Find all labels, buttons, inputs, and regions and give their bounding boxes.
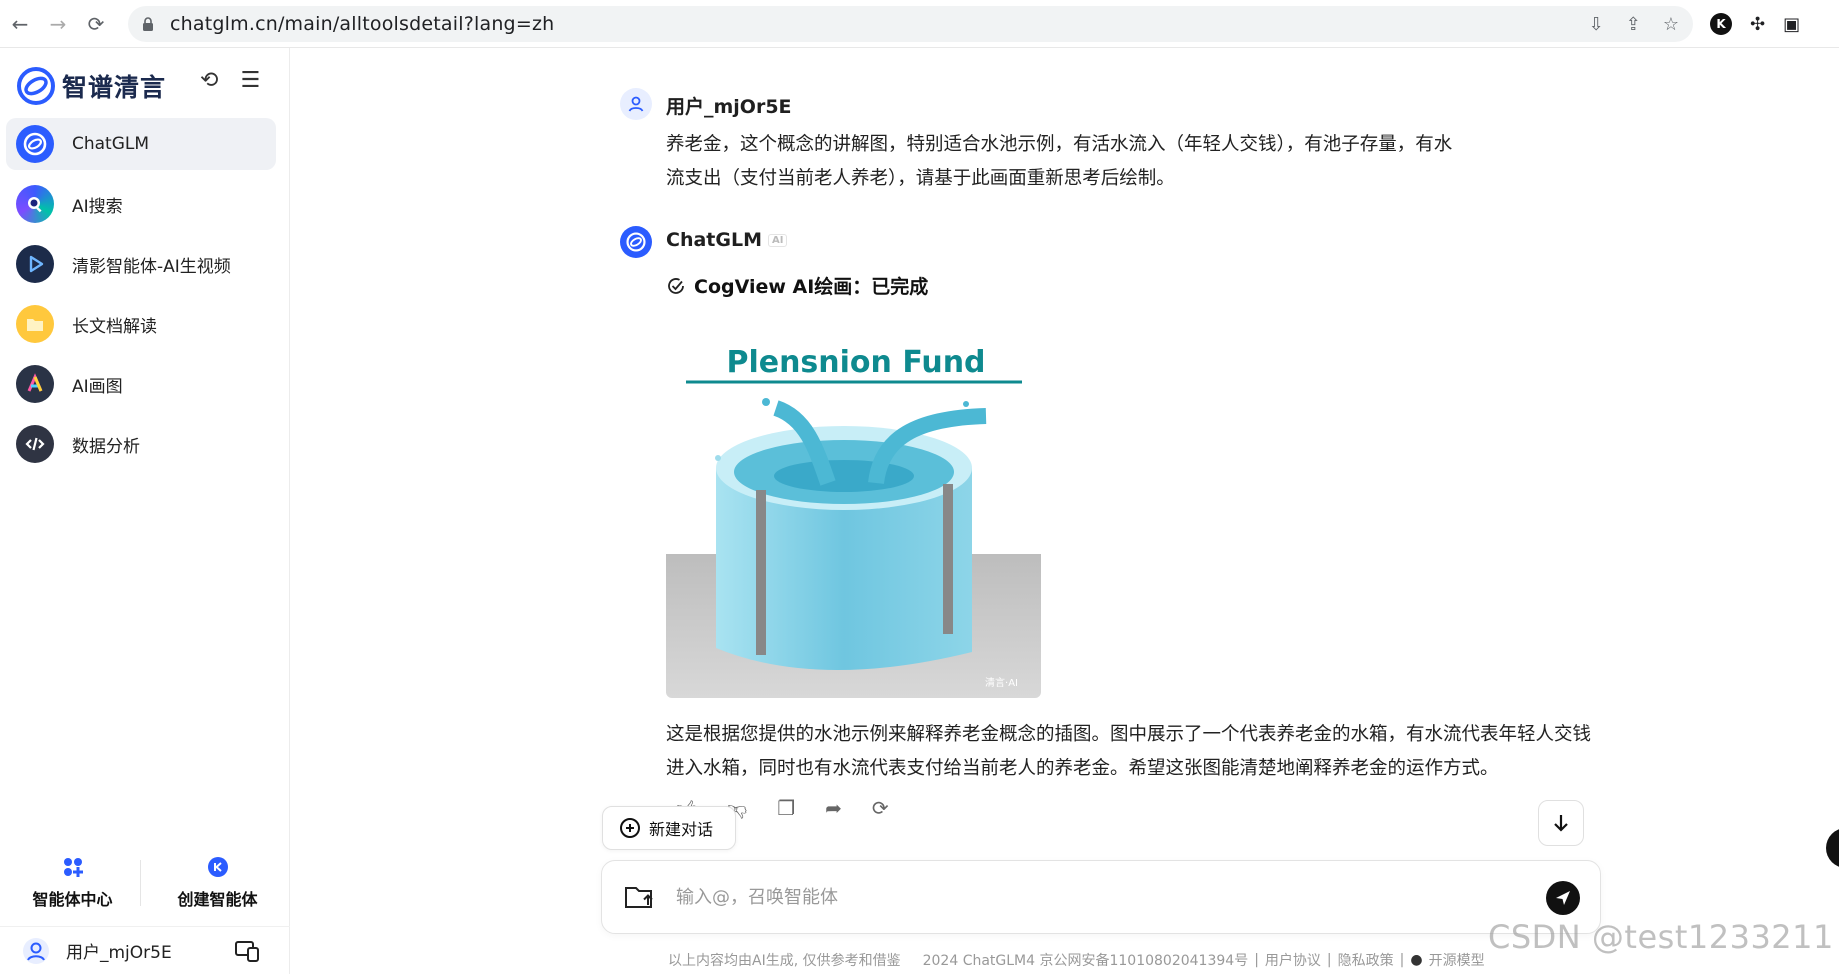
history-icon[interactable]: ⟲ bbox=[200, 68, 218, 93]
sidebar-item-data-analysis[interactable]: 数据分析 bbox=[6, 418, 276, 470]
assistant-avatar bbox=[620, 226, 652, 258]
sidebar-item-label: ChatGLM bbox=[72, 134, 150, 154]
agent-center-label: 智能体中心 bbox=[32, 890, 113, 909]
add-chat-icon bbox=[620, 818, 640, 838]
arrow-down-icon bbox=[1554, 815, 1568, 832]
footer-privacy[interactable]: 隐私政策 bbox=[1338, 950, 1394, 970]
assistant-message-text: 这是根据您提供的水池示例来解释养老金概念的插图。图中展示了一个代表养老金的水箱，… bbox=[666, 724, 1592, 779]
sidebar-item-label: 长文档解读 bbox=[72, 316, 157, 337]
composer bbox=[601, 860, 1601, 934]
extensions-puzzle-icon[interactable]: ✣ bbox=[1750, 14, 1765, 35]
sidebar: 智谱清言 ⟲ ☰ ChatGLM AI搜索 清影智能体-AI生视频 长文档解读 … bbox=[0, 48, 290, 974]
lock-icon bbox=[143, 17, 153, 31]
sidebar-item-ai-search[interactable]: AI搜索 bbox=[6, 178, 276, 230]
regenerate-icon[interactable]: ⟳ bbox=[872, 796, 889, 821]
sidebar-item-video-agent[interactable]: 清影智能体-AI生视频 bbox=[6, 238, 276, 290]
github-icon: ● bbox=[1410, 952, 1423, 968]
sidebar-item-label: AI画图 bbox=[72, 376, 123, 397]
sidebar-item-chatglm[interactable]: ChatGLM bbox=[6, 118, 276, 170]
user-avatar bbox=[620, 88, 652, 120]
device-switch-icon[interactable] bbox=[234, 939, 260, 963]
tool-status-text: CogView AI绘画：已完成 bbox=[694, 276, 929, 298]
share-icon[interactable]: ⇪ bbox=[1626, 14, 1641, 35]
floating-widget[interactable] bbox=[1826, 828, 1839, 868]
image-title: Plensnion Fund bbox=[726, 345, 985, 380]
install-app-icon[interactable]: ⇩ bbox=[1589, 14, 1604, 35]
sidebar-item-label: 数据分析 bbox=[72, 436, 140, 457]
footer-user-agreement[interactable]: 用户协议 bbox=[1265, 950, 1321, 970]
assistant-name: ChatGLM bbox=[666, 229, 762, 251]
collapse-sidebar-icon[interactable]: ☰ bbox=[240, 68, 260, 93]
side-panel-icon[interactable]: ▣ bbox=[1783, 14, 1800, 35]
footer-separator: | bbox=[1254, 952, 1259, 968]
sidebar-user[interactable]: 用户_mjOr5E bbox=[0, 926, 290, 974]
footer-open-source[interactable]: 开源模型 bbox=[1429, 950, 1485, 970]
user-message-author: 用户_mjOr5E bbox=[666, 96, 792, 118]
csdn-watermark: CSDN @test1233211 bbox=[1488, 918, 1834, 956]
user-message-text: 养老金，这个概念的讲解图，特别适合水池示例，有活水流入（年轻人交钱），有池子存量… bbox=[666, 134, 1453, 189]
send-button[interactable] bbox=[1546, 881, 1580, 915]
share-icon[interactable]: ➦ bbox=[825, 796, 842, 821]
footer: 以上内容均由AI生成, 仅供参考和借鉴 2024 ChatGLM4 京公网安备1… bbox=[668, 950, 1485, 970]
sidebar-user-name: 用户_mjOr5E bbox=[66, 943, 172, 963]
footer-disclaimer: 以上内容均由AI生成, 仅供参考和借鉴 bbox=[668, 953, 901, 969]
generated-image[interactable]: Plensnion Fund 清言·AI bbox=[666, 318, 1041, 698]
send-icon bbox=[1556, 891, 1570, 905]
sidebar-item-ai-draw[interactable]: AI画图 bbox=[6, 358, 276, 410]
ai-generated-badge: AI bbox=[767, 234, 788, 247]
check-circle-icon bbox=[668, 277, 684, 294]
assistant-message-author: ChatGLM AI bbox=[666, 229, 788, 251]
address-bar[interactable]: chatglm.cn/main/alltoolsdetail?lang=zh ⇩… bbox=[128, 6, 1693, 42]
brand[interactable]: 智谱清言 bbox=[16, 66, 166, 106]
user-avatar-icon bbox=[23, 937, 49, 964]
back-icon[interactable]: ← bbox=[2, 6, 38, 42]
new-chat-button[interactable]: 新建对话 bbox=[602, 806, 736, 850]
ai-draw-icon bbox=[16, 365, 54, 403]
footer-icp[interactable]: 2024 ChatGLM4 京公网安备11010802041394号 bbox=[923, 950, 1249, 970]
footer-separator: | bbox=[1326, 952, 1332, 968]
reload-icon[interactable]: ⟳ bbox=[78, 6, 114, 42]
create-agent-button[interactable]: 创建智能体 bbox=[145, 848, 290, 918]
folder-icon bbox=[16, 305, 54, 343]
sidebar-bottom-actions: 智能体中心 创建智能体 bbox=[0, 848, 290, 918]
agent-center-button[interactable]: 智能体中心 bbox=[0, 848, 145, 918]
extension-k-icon[interactable]: K bbox=[1710, 13, 1732, 35]
url-text: chatglm.cn/main/alltoolsdetail?lang=zh bbox=[170, 13, 555, 35]
video-play-icon bbox=[16, 245, 54, 283]
scroll-to-bottom-button[interactable] bbox=[1538, 800, 1584, 846]
sidebar-item-label: 清影智能体-AI生视频 bbox=[72, 256, 231, 277]
agent-center-icon bbox=[63, 858, 83, 877]
user-icon bbox=[628, 96, 644, 112]
bookmark-star-icon[interactable]: ☆ bbox=[1663, 14, 1679, 35]
upload-folder-icon[interactable] bbox=[624, 884, 656, 910]
divider bbox=[140, 860, 141, 906]
chatglm-logo-icon bbox=[16, 125, 54, 163]
image-watermark: 清言·AI bbox=[985, 676, 1018, 689]
forward-icon[interactable]: → bbox=[40, 6, 76, 42]
chatglm-logo-icon bbox=[626, 232, 646, 252]
sidebar-item-long-document[interactable]: 长文档解读 bbox=[6, 298, 276, 350]
copy-icon[interactable]: ❐ bbox=[777, 796, 795, 821]
new-chat-label: 新建对话 bbox=[649, 820, 714, 839]
zhipu-logo-icon bbox=[17, 67, 55, 105]
pension-fund-illustration: Plensnion Fund 清言·AI bbox=[666, 318, 1041, 698]
tool-status[interactable]: CogView AI绘画：已完成 bbox=[666, 272, 928, 299]
create-agent-label: 创建智能体 bbox=[177, 890, 258, 909]
browser-toolbar: ← → ⟳ chatglm.cn/main/alltoolsdetail?lan… bbox=[0, 0, 1839, 48]
ai-search-icon bbox=[16, 185, 54, 223]
create-agent-icon bbox=[207, 857, 228, 877]
code-icon bbox=[16, 425, 54, 463]
footer-separator: | bbox=[1399, 952, 1405, 968]
sidebar-item-label: AI搜索 bbox=[72, 196, 123, 217]
brand-name: 智谱清言 bbox=[62, 73, 167, 102]
message-input[interactable] bbox=[676, 886, 1516, 908]
